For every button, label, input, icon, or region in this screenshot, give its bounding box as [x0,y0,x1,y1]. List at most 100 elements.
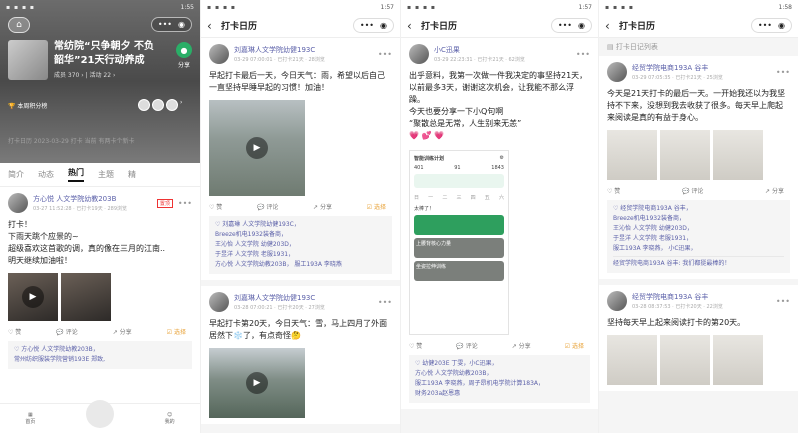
more-icon[interactable]: ••• [178,199,192,208]
like-button[interactable]: ♡ 赞 [209,202,222,211]
post-meta: 03-28 08:37:53 · 已打卡20天 · 22浏览 [632,304,723,310]
post-photo[interactable] [713,130,763,180]
tab-me[interactable]: ☺ 我的 [165,412,175,425]
tab-featured[interactable]: 精 [128,169,136,180]
more-icon[interactable]: ••• [776,297,790,306]
post-actions: ♡ 赞 💬 评论 ↗ 分享 ☑ 选择 [209,202,392,211]
mini-program-capsule[interactable]: ••• ◉ [352,18,394,33]
comment-label: 评论 [266,204,279,211]
close-icon[interactable]: ◉ [778,21,785,30]
post-line: 出乎意料，我第一次做一件我决定的事坚持21天，以前最多3天，谢谢这次机会，让我能… [409,71,588,104]
avatar[interactable] [8,193,28,213]
post-author[interactable]: 刘嘉琳人文学院幼健193C [234,293,373,303]
back-icon[interactable]: ‹ [407,19,421,33]
play-icon[interactable]: ▶ [246,137,268,159]
post-author[interactable]: 经贸学院电商193A 谷丰 [632,292,771,302]
post-photo[interactable] [607,130,657,180]
more-icon[interactable]: ••• [378,298,392,307]
comment-button[interactable]: 💬 评论 [682,186,703,195]
select-button[interactable]: ☑ 选择 [367,202,386,211]
mini-program-capsule[interactable]: ••• ◉ [750,18,792,33]
checkin-button[interactable] [86,399,114,428]
close-icon[interactable]: ◉ [178,20,185,29]
circle-title: 常纺院“只争朝夕 不负韶华”21天行动养成 [54,41,155,66]
play-icon[interactable]: ▶ [22,286,44,308]
tab-home[interactable]: ▦ 首页 [25,412,35,425]
signal-icon: ▪ ▪ ▪ ▪ [605,3,634,11]
close-icon[interactable]: ◉ [578,21,585,30]
avatar[interactable] [607,291,627,311]
post-video[interactable]: ▶ [209,100,305,196]
likes-line: 王沁怡 人文学院 幼健203D， [613,225,693,232]
play-icon[interactable]: ▶ [246,372,268,394]
home-icon: ⌂ [16,20,22,30]
more-icon[interactable]: ••• [776,68,790,77]
like-button[interactable]: ♡ 赞 [409,341,422,350]
comment-button[interactable]: 💬 评论 [56,327,77,336]
avatar[interactable] [209,44,229,64]
diary-post: 小C迅果 03-29 22:23:31 · 已打卡21天 · 62浏览 ••• … [401,38,598,409]
more-icon[interactable]: ••• [360,21,374,30]
post-video[interactable]: ▶ [8,273,58,321]
post-photo[interactable] [61,273,111,321]
mini-program-capsule[interactable]: ••• ◉ [550,18,592,33]
clock: 1:58 [778,3,792,11]
close-icon[interactable]: ◉ [380,21,387,30]
back-icon[interactable]: ‹ [207,19,221,33]
likes-line: 常州纺织服装学院营销193E 郑致, [14,356,106,363]
post-screenshot[interactable]: 智能训练计划 ⚙ 401 91 1843 日一二三四五六 太棒了！ 上腰背核心力量… [409,150,509,335]
like-button[interactable]: ♡ 赞 [607,186,620,195]
post-photo[interactable] [660,335,710,385]
weekly-rank-bar[interactable]: 🏆 本周积分榜 › [8,96,192,114]
post-actions: ♡ 赞 💬 评论 ↗ 分享 ☑ 选择 [8,327,192,336]
mini-program-capsule[interactable]: ••• ◉ [150,17,192,32]
diary-post: 刘嘉琳人文学院幼健193C 03-29 07:00:01 · 已打卡21天 · … [201,38,400,280]
list-header-label: 打卡日记列表 [615,43,658,51]
share-post-label: 分享 [771,188,784,195]
comment-button[interactable]: 💬 评论 [456,341,477,350]
tab-hot[interactable]: 热门 [68,167,84,182]
share-button[interactable]: ● 分享 [176,42,192,69]
circle-meta[interactable]: 成员 370 › | 活动 22 › [54,70,115,79]
likes-line: 王沁怡 人文学院 幼健203D， [215,241,295,248]
tab-feed[interactable]: 动态 [38,169,54,180]
home-button[interactable]: ⌂ [8,17,30,33]
signal-icon: ▪ ▪ ▪ ▪ [407,3,436,11]
post-author[interactable]: 刘嘉琳人文学院幼健193C [234,45,373,55]
back-icon[interactable]: ‹ [605,19,619,33]
like-button[interactable]: ♡ 赞 [8,327,21,336]
share-post-button[interactable]: ↗ 分享 [765,186,784,195]
more-icon[interactable]: ••• [558,21,572,30]
comment-button[interactable]: 💬 评论 [257,202,278,211]
post-photo[interactable] [713,335,763,385]
share-post-button[interactable]: ↗ 分享 [113,327,132,336]
more-icon[interactable]: ••• [758,21,772,30]
signal-icon: ▪ ▪ ▪ ▪ [207,3,236,11]
select-button[interactable]: ☑ 选择 [565,341,584,350]
post-author[interactable]: 经贸学院电商193A 谷丰 [632,63,771,73]
post-author[interactable]: 小C迅果 [434,45,571,55]
avatar[interactable] [607,62,627,82]
post-photo[interactable] [660,130,710,180]
screenshot-week: 日一二三四五六 [414,195,504,201]
tab-topic[interactable]: 主题 [98,169,114,180]
more-icon[interactable]: ••• [378,50,392,59]
select-label: 选择 [373,204,386,211]
post-author[interactable]: 方心悦 人文学院幼教203B [33,194,152,204]
more-icon[interactable]: ••• [158,20,172,29]
avatar[interactable] [209,292,229,312]
avatar[interactable] [409,44,429,64]
clock: 1:57 [578,3,592,11]
likes-line: ♡ 幼健203E 丁雯，小C迅果， [415,360,498,367]
likes-line: 服工193A 李晓燕，周子昂机电学院计算183A， [415,380,545,387]
post-photo[interactable] [607,335,657,385]
more-icon[interactable]: ••• [576,50,590,59]
select-button[interactable]: ☑ 选择 [167,327,186,336]
share-post-button[interactable]: ↗ 分享 [512,341,531,350]
tab-intro[interactable]: 简介 [8,169,24,180]
screenshot-title: 智能训练计划 [414,156,445,162]
likes-line: 经贸学院电商193A 谷丰: 我们都挺最棒的！ [613,256,784,269]
post-video[interactable]: ▶ [209,348,305,418]
likes-line: 财务203a赵恩惠 [415,390,461,397]
share-post-button[interactable]: ↗ 分享 [313,202,332,211]
